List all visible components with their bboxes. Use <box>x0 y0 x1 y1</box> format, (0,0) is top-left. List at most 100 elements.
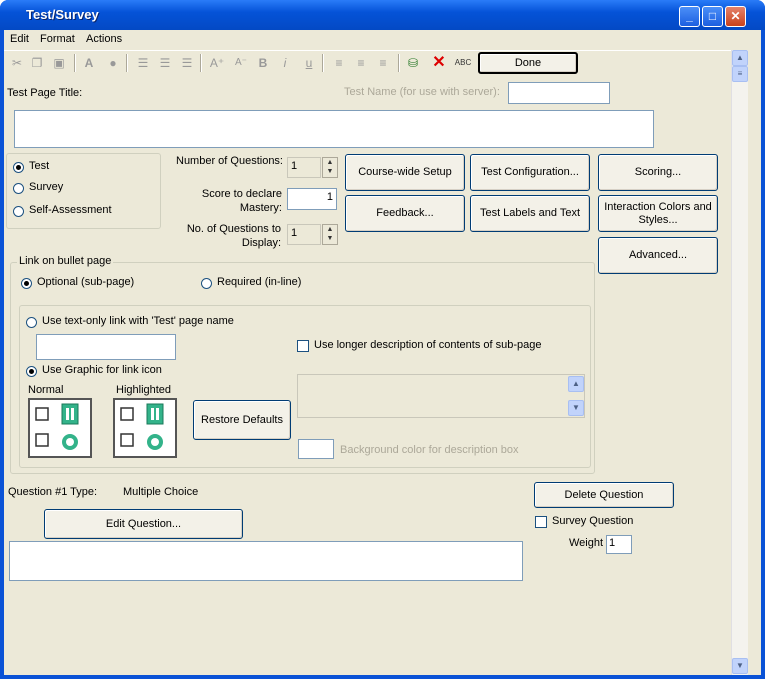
numbered-list-icon[interactable]: ☰ <box>156 54 174 72</box>
scroll-down-icon[interactable]: ▼ <box>732 658 748 674</box>
num-questions-field[interactable]: 1 <box>287 157 321 178</box>
title-bar: Test/Survey _ □ ✕ <box>0 0 765 30</box>
align-left-icon[interactable]: ≡ <box>330 54 348 72</box>
bullet-list-icon[interactable]: ☰ <box>134 54 152 72</box>
stepper-down-icon[interactable]: ▼ <box>323 167 337 176</box>
question-text-box[interactable] <box>9 541 523 581</box>
text-only-input[interactable] <box>36 334 176 360</box>
mastery-field[interactable]: 1 <box>287 188 337 210</box>
paste-icon[interactable]: ▣ <box>50 54 68 72</box>
font-grow-icon[interactable]: A⁺ <box>208 54 226 72</box>
menu-bar: Edit Format Actions <box>4 30 761 49</box>
highlighted-label: Highlighted <box>116 384 172 396</box>
minimize-button[interactable]: _ <box>679 6 700 27</box>
test-config-button[interactable]: Test Configuration... <box>470 154 590 191</box>
weight-field[interactable]: 1 <box>606 535 632 554</box>
menu-actions[interactable]: Actions <box>86 33 122 45</box>
test-name-label: Test Name (for use with server): <box>344 86 500 98</box>
feedback-button[interactable]: Feedback... <box>345 195 465 232</box>
normal-icon-preview[interactable] <box>28 398 92 458</box>
interaction-button[interactable]: Interaction Colors and Styles... <box>598 195 718 232</box>
scroll-up-icon[interactable]: ▲ <box>732 50 748 66</box>
survey-question-checkbox[interactable] <box>535 516 547 528</box>
self-assessment-radio[interactable] <box>13 206 24 217</box>
graphic-radio[interactable] <box>26 366 37 377</box>
highlighted-icon-preview[interactable] <box>113 398 177 458</box>
mastery-label: Score to declare Mastery: <box>201 188 282 214</box>
link-icon-graphic <box>120 403 164 450</box>
toolbar-separator <box>322 54 324 72</box>
client-area: Edit Format Actions ✂ ❐ ▣ A ● ☰ ☰ ☰ A⁺ A… <box>4 30 761 675</box>
labels-button[interactable]: Test Labels and Text <box>470 195 590 232</box>
menu-edit[interactable]: Edit <box>10 33 29 45</box>
text-only-label: Use text-only link with 'Test' page name <box>42 315 234 327</box>
menu-format[interactable]: Format <box>40 33 75 45</box>
survey-radio[interactable] <box>13 183 24 194</box>
italic-icon[interactable]: i <box>276 54 294 72</box>
done-button[interactable]: Done <box>478 52 578 74</box>
font-shrink-icon[interactable]: A⁻ <box>232 54 250 72</box>
test-name-input[interactable] <box>508 82 610 104</box>
vertical-scrollbar[interactable]: ▲ ≡ ▼ <box>731 50 748 675</box>
link-group: Link on bullet page Optional (sub-page) … <box>10 255 595 474</box>
link-inner-group: Use text-only link with 'Test' page name… <box>19 305 591 468</box>
required-radio[interactable] <box>201 278 212 289</box>
bg-color-swatch[interactable] <box>298 439 334 459</box>
font-icon[interactable]: A <box>80 54 98 72</box>
display-field[interactable]: 1 <box>287 224 321 245</box>
num-questions-label: Number of Questions: <box>176 155 283 167</box>
test-option-label: Test <box>29 160 50 172</box>
survey-question-label: Survey Question <box>552 515 634 527</box>
question-type-value: Multiple Choice <box>123 486 199 498</box>
align-right-icon[interactable]: ≡ <box>374 54 392 72</box>
underline-icon[interactable]: u <box>300 54 318 72</box>
optional-radio[interactable] <box>21 278 32 289</box>
toolbar-separator <box>74 54 76 72</box>
app-window: Test/Survey _ □ ✕ Edit Format Actions ✂ … <box>0 0 765 679</box>
required-label: Required (in-line) <box>217 276 302 288</box>
scroll-thumb[interactable]: ≡ <box>732 66 748 82</box>
stepper-up-icon[interactable]: ▲ <box>323 225 337 234</box>
close-button[interactable]: ✕ <box>725 6 746 27</box>
display-stepper[interactable]: ▲ ▼ <box>322 224 338 245</box>
display-label: No. of Questions to Display: <box>186 223 281 249</box>
graphic-label: Use Graphic for link icon <box>42 364 162 376</box>
page-title-label: Test Page Title: <box>7 87 83 99</box>
indent-list-icon[interactable]: ☰ <box>178 54 196 72</box>
spellcheck-icon[interactable]: ABC <box>454 54 472 72</box>
longer-desc-label: Use longer description of contents of su… <box>314 339 542 351</box>
scroll-down-icon[interactable]: ▼ <box>568 400 584 416</box>
stepper-down-icon[interactable]: ▼ <box>323 234 337 243</box>
cut-icon[interactable]: ✂ <box>8 54 26 72</box>
description-textarea[interactable]: ▲ ▼ <box>297 374 585 418</box>
scoring-button[interactable]: Scoring... <box>598 154 718 191</box>
normal-label: Normal <box>28 384 64 396</box>
copy-icon[interactable]: ❐ <box>28 54 46 72</box>
maximize-button[interactable]: □ <box>702 6 723 27</box>
color-icon[interactable]: ● <box>104 54 122 72</box>
restore-defaults-button[interactable]: Restore Defaults <box>193 400 291 440</box>
test-radio[interactable] <box>13 162 24 173</box>
bold-icon[interactable]: B <box>254 54 272 72</box>
advanced-button[interactable]: Advanced... <box>598 237 718 274</box>
page-title-input[interactable] <box>14 110 654 148</box>
stepper-up-icon[interactable]: ▲ <box>323 158 337 167</box>
num-questions-stepper[interactable]: ▲ ▼ <box>322 157 338 178</box>
bg-color-label: Background color for description box <box>340 444 519 456</box>
text-only-radio[interactable] <box>26 317 37 328</box>
window-title: Test/Survey <box>26 7 99 22</box>
toolbar-separator <box>126 54 128 72</box>
link-icon[interactable]: ⛁ <box>404 54 422 72</box>
edit-question-button[interactable]: Edit Question... <box>44 509 243 539</box>
align-center-icon[interactable]: ≡ <box>352 54 370 72</box>
toolbar-separator <box>398 54 400 72</box>
delete-icon[interactable]: ✕ <box>430 54 448 72</box>
longer-desc-checkbox[interactable] <box>297 340 309 352</box>
delete-question-button[interactable]: Delete Question <box>534 482 674 508</box>
course-setup-button[interactable]: Course-wide Setup <box>345 154 465 191</box>
toolbar: ✂ ❐ ▣ A ● ☰ ☰ ☰ A⁺ A⁻ B i u ≡ ≡ ≡ ⛁ ✕ AB… <box>4 50 734 76</box>
survey-option-label: Survey <box>29 181 64 193</box>
scroll-up-icon[interactable]: ▲ <box>568 376 584 392</box>
self-assessment-option-label: Self-Assessment <box>29 204 112 216</box>
weight-label: Weight <box>569 537 604 549</box>
